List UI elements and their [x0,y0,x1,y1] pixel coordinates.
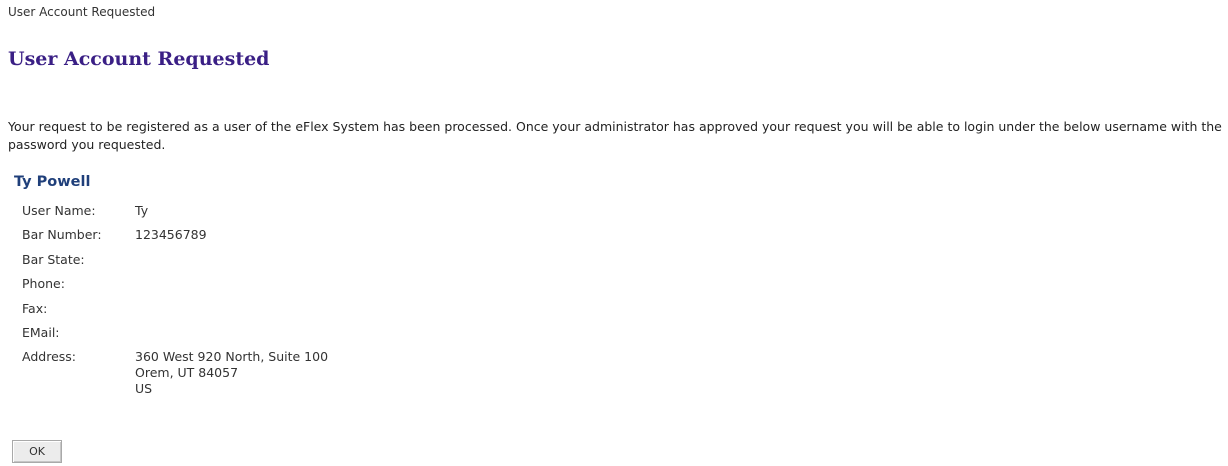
bar-state-label: Bar State: [22,251,85,267]
confirmation-message: Your request to be registered as a user … [8,119,1222,152]
address-value: 360 West 920 North, Suite 100 Orem, UT 8… [135,345,328,397]
bar-state-row: Bar State: [22,248,328,272]
page-title: User Account Requested [8,48,270,70]
fax-label: Fax: [22,300,48,316]
bar-number-value: 123456789 [135,227,207,243]
address-row: Address: 360 West 920 North, Suite 100 O… [22,345,328,397]
bar-number-label: Bar Number: [22,227,102,243]
phone-row: Phone: [22,272,328,296]
email-row: EMail: [22,321,328,345]
breadcrumb: User Account Requested [8,5,156,19]
user-details: User Name: Ty Bar Number: 123456789 Bar … [22,199,328,397]
fax-row: Fax: [22,297,328,321]
user-full-name: Ty Powell [14,174,91,190]
address-label: Address: [22,349,76,365]
bar-number-row: Bar Number: 123456789 [22,223,328,247]
ok-button[interactable]: OK [12,440,62,463]
address-line-city: Orem, UT 84057 [135,365,239,381]
email-label: EMail: [22,324,60,340]
address-line-country: US [135,381,153,397]
user-name-row: User Name: Ty [22,199,328,223]
address-line-street: 360 West 920 North, Suite 100 [135,349,329,365]
user-name-label: User Name: [22,203,96,218]
user-name-value: Ty [135,203,149,218]
phone-label: Phone: [22,276,65,292]
